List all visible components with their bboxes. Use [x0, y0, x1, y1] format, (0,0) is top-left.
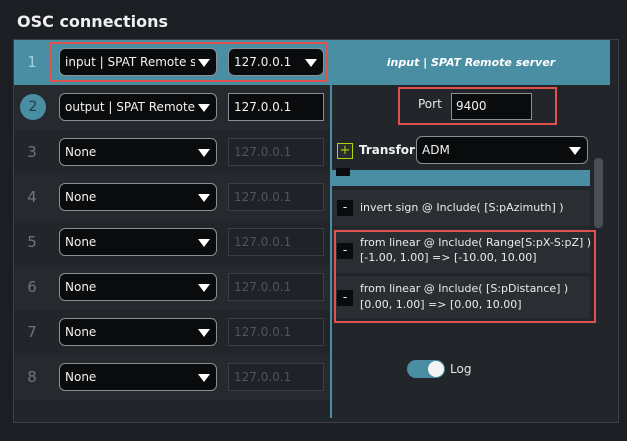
transform-scrollbar[interactable] — [594, 158, 603, 228]
add-transform-button[interactable]: + — [337, 143, 353, 159]
transform-value: ADM — [422, 143, 450, 157]
connection-number: 4 — [27, 188, 37, 206]
connection-number: 3 — [27, 143, 37, 161]
connection-row-3[interactable]: 3 None 127.0.0.1 — [14, 130, 331, 175]
connection-row-5[interactable]: 5 None 127.0.0.1 — [14, 220, 331, 265]
connection-number: 8 — [27, 368, 37, 386]
detail-header: input | SPAT Remote server — [332, 40, 610, 85]
connection-type-select[interactable]: None — [59, 363, 217, 391]
ip-address-input[interactable]: 127.0.0.1 — [228, 183, 324, 211]
connection-row-4[interactable]: 4 None 127.0.0.1 — [14, 175, 331, 220]
connection-type-value: None — [65, 190, 97, 204]
connection-row-2[interactable]: 2 output | SPAT Remote server 127.0.0.1 — [14, 85, 331, 130]
log-toggle[interactable] — [407, 360, 445, 378]
connection-number: 5 — [27, 233, 37, 251]
connection-type-select[interactable]: None — [59, 138, 217, 166]
ip-address-input[interactable]: 127.0.0.1 — [228, 318, 324, 346]
chevron-down-icon — [198, 104, 210, 112]
highlight-box-port — [398, 87, 557, 125]
connection-list: 1 input | SPAT Remote server 127.0.0.1 2… — [14, 40, 331, 418]
ip-address-input[interactable]: 127.0.0.1 — [228, 93, 324, 121]
connection-row-6[interactable]: 6 None 127.0.0.1 — [14, 265, 331, 310]
chevron-down-icon — [198, 329, 210, 337]
chevron-down-icon — [198, 284, 210, 292]
chevron-down-icon — [569, 147, 581, 155]
toggle-knob — [428, 361, 444, 377]
transform-select[interactable]: ADM — [416, 136, 588, 164]
connection-type-select[interactable]: None — [59, 183, 217, 211]
connection-type-value: None — [65, 145, 97, 159]
window-title: OSC connections — [17, 12, 169, 31]
ip-address-input[interactable]: 127.0.0.1 — [228, 363, 324, 391]
ip-address-input[interactable]: 127.0.0.1 — [228, 138, 324, 166]
transform-text: invert sign @ Include( [S:pAzimuth] ) — [360, 201, 564, 214]
connection-type-value: None — [65, 280, 97, 294]
connection-type-value: None — [65, 370, 97, 384]
connection-type-value: None — [65, 325, 97, 339]
connection-number: 6 — [27, 278, 37, 296]
chevron-down-icon — [198, 149, 210, 157]
highlight-box-connection — [49, 42, 328, 82]
remove-transform-button[interactable] — [336, 168, 350, 176]
connection-type-value: output | SPAT Remote server — [65, 100, 195, 114]
connection-number: 7 — [27, 323, 37, 341]
chevron-down-icon — [198, 194, 210, 202]
chevron-down-icon — [198, 374, 210, 382]
connection-row-8[interactable]: 8 None 127.0.0.1 — [14, 355, 331, 400]
highlight-box-transforms — [334, 230, 596, 323]
connection-type-select[interactable]: output | SPAT Remote server — [59, 93, 217, 121]
connection-number: 2 — [20, 94, 46, 120]
transform-row-selected[interactable] — [332, 170, 590, 186]
ip-address-input[interactable]: 127.0.0.1 — [228, 273, 324, 301]
connection-type-select[interactable]: None — [59, 318, 217, 346]
log-label: Log — [450, 362, 472, 376]
connection-type-value: None — [65, 235, 97, 249]
remove-transform-button[interactable]: - — [337, 200, 353, 216]
chevron-down-icon — [198, 239, 210, 247]
connection-type-select[interactable]: None — [59, 273, 217, 301]
ip-address-input[interactable]: 127.0.0.1 — [228, 228, 324, 256]
transform-item-1[interactable]: - invert sign @ Include( [S:pAzimuth] ) — [332, 190, 590, 226]
connection-row-7[interactable]: 7 None 127.0.0.1 — [14, 310, 331, 355]
connection-number: 1 — [27, 53, 37, 71]
connection-type-select[interactable]: None — [59, 228, 217, 256]
